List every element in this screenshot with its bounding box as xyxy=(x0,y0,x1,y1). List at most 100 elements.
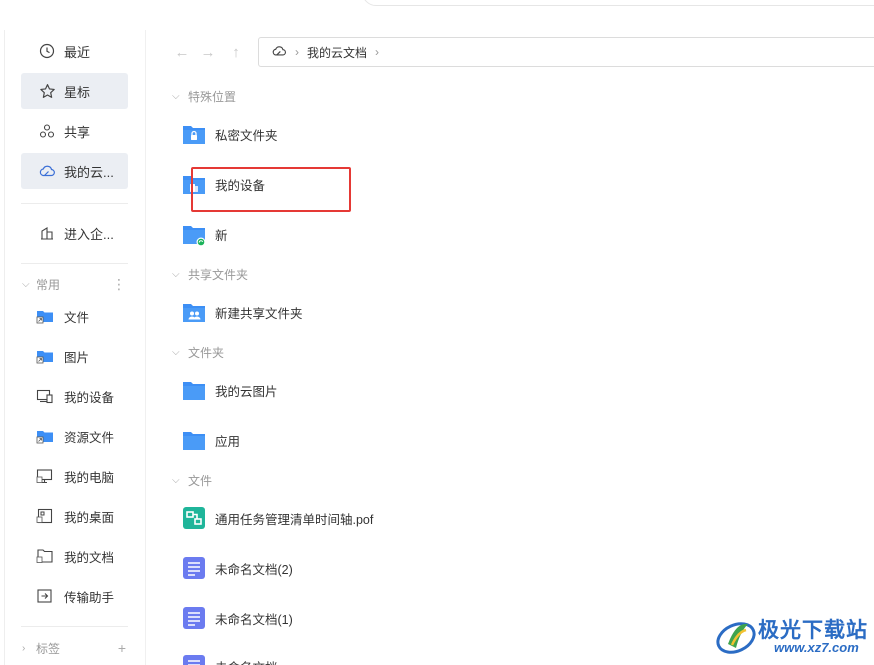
forward-button[interactable]: → xyxy=(198,42,218,62)
file-name: 未命名文档(2) xyxy=(215,562,293,577)
sidebar: 最近 星标 共享 我的云... 进入企... ⌵ 常用 ⋮ 文件 图片 我的设备… xyxy=(0,0,146,665)
clock-icon xyxy=(38,42,56,60)
more-options-icon[interactable]: ⋮ xyxy=(112,276,126,293)
common-item-pictures[interactable]: 图片 xyxy=(36,344,89,368)
common-item-my-computer[interactable]: 我的电脑 xyxy=(36,464,114,488)
common-item-files[interactable]: 文件 xyxy=(36,304,89,328)
folder-name: 新建共享文件夹 xyxy=(215,306,303,321)
section-header[interactable]: ⌵ 文件夹 xyxy=(172,342,224,362)
folder-shortcut-icon xyxy=(36,427,54,445)
folder-shortcut-icon xyxy=(36,347,54,365)
device-folder-icon xyxy=(182,172,206,196)
common-item-label: 传输助手 xyxy=(64,590,115,605)
common-item-transfer[interactable]: 传输助手 xyxy=(36,584,114,608)
building-icon xyxy=(38,224,56,242)
section-title: 特殊位置 xyxy=(188,89,237,104)
nav-enterprise[interactable]: 进入企... xyxy=(21,215,128,251)
sidebar-separator xyxy=(21,263,128,264)
common-item-my-desktop[interactable]: 我的桌面 xyxy=(36,504,114,528)
tags-group-header[interactable]: › 标签 + xyxy=(22,638,126,658)
folder-row[interactable]: 新建共享文件夹 xyxy=(182,298,303,326)
nav-enterprise-label: 进入企... xyxy=(64,226,114,242)
common-item-label: 我的桌面 xyxy=(64,510,115,525)
transfer-icon xyxy=(36,587,54,605)
tags-group-label: 标签 xyxy=(36,641,61,656)
cloud-icon xyxy=(38,162,56,180)
folder-row[interactable]: 应用 xyxy=(182,426,240,454)
folder-row[interactable]: 新 xyxy=(182,220,228,248)
common-item-label: 文件 xyxy=(64,310,90,325)
search-box[interactable] xyxy=(362,0,874,6)
common-group-header[interactable]: ⌵ 常用 ⋮ xyxy=(22,274,126,294)
star-icon xyxy=(38,82,56,100)
device-icon xyxy=(36,387,54,405)
folder-name: 我的云图片 xyxy=(215,384,278,399)
doc-file-icon xyxy=(182,654,206,665)
file-name: 未命名文档 xyxy=(215,657,278,665)
section-header[interactable]: ⌵ 共享文件夹 xyxy=(172,264,248,284)
synced-folder-icon xyxy=(182,222,206,247)
file-row[interactable]: 通用任务管理清单时间轴.pof xyxy=(182,504,373,532)
nav-shared[interactable]: 共享 xyxy=(21,113,128,149)
common-item-label: 我的设备 xyxy=(64,390,115,405)
folder-icon xyxy=(182,428,206,452)
nav-starred-label: 星标 xyxy=(64,84,91,100)
mindmap-file-icon xyxy=(182,506,206,530)
cloud-docs-window: 最近 星标 共享 我的云... 进入企... ⌵ 常用 ⋮ 文件 图片 我的设备… xyxy=(0,0,874,665)
sidebar-left-edge xyxy=(4,30,5,665)
section-title: 文件 xyxy=(188,473,213,488)
folder-name: 新 xyxy=(215,228,228,243)
file-row[interactable]: 未命名文档(1) xyxy=(182,604,293,632)
up-button[interactable]: ↑ xyxy=(226,42,246,62)
document-folder-icon xyxy=(36,547,54,565)
section-header[interactable]: ⌵ 特殊位置 xyxy=(172,86,236,106)
nav-my-cloud-docs[interactable]: 我的云... xyxy=(21,153,128,189)
folder-row[interactable]: 私密文件夹 xyxy=(182,120,278,148)
monitor-icon xyxy=(36,467,54,485)
section-header[interactable]: ⌵ 文件 xyxy=(172,470,212,490)
back-button[interactable]: ← xyxy=(172,42,192,62)
folder-row[interactable]: 我的设备 xyxy=(182,170,265,198)
doc-file-icon xyxy=(182,556,206,580)
nav-recent[interactable]: 最近 xyxy=(21,33,128,69)
folder-name: 我的设备 xyxy=(215,178,266,193)
chevron-down-icon: ⌵ xyxy=(172,90,180,102)
breadcrumb-item[interactable]: 我的云文档 xyxy=(307,44,367,61)
add-tag-icon[interactable]: + xyxy=(118,640,126,656)
chevron-right-icon: › xyxy=(375,45,380,59)
common-item-label: 图片 xyxy=(64,350,90,365)
file-row[interactable]: 未命名文档 xyxy=(182,652,278,665)
desktop-icon xyxy=(36,507,54,525)
watermark-logo-icon xyxy=(716,622,756,654)
common-item-label: 我的电脑 xyxy=(64,470,115,485)
sidebar-divider xyxy=(145,30,146,665)
section-title: 文件夹 xyxy=(188,345,225,360)
cloud-drive-icon xyxy=(271,44,287,61)
common-item-resources[interactable]: 资源文件 xyxy=(36,424,114,448)
watermark: 极光下载站 www.xz7.com xyxy=(712,610,870,662)
common-item-my-devices[interactable]: 我的设备 xyxy=(36,384,114,408)
share-icon xyxy=(38,122,56,140)
common-item-label: 我的文档 xyxy=(64,550,115,565)
doc-file-icon xyxy=(182,606,206,630)
section-title: 共享文件夹 xyxy=(188,267,249,282)
sidebar-separator xyxy=(21,203,128,204)
file-name: 未命名文档(1) xyxy=(215,612,293,627)
common-item-label: 资源文件 xyxy=(64,430,115,445)
nav-starred[interactable]: 星标 xyxy=(21,73,128,109)
private-folder-icon xyxy=(182,122,206,146)
chevron-right-icon: › xyxy=(295,45,299,59)
breadcrumb[interactable]: › 我的云文档 › xyxy=(258,37,874,67)
shared-folder-icon xyxy=(182,300,206,324)
nav-shared-label: 共享 xyxy=(64,124,91,140)
folder-row[interactable]: 我的云图片 xyxy=(182,376,278,404)
watermark-url: www.xz7.com xyxy=(774,640,859,655)
common-item-my-documents[interactable]: 我的文档 xyxy=(36,544,114,568)
sidebar-separator xyxy=(21,626,128,627)
file-row[interactable]: 未命名文档(2) xyxy=(182,554,293,582)
nav-my-cloud-label: 我的云... xyxy=(64,164,114,180)
chevron-down-icon: ⌵ xyxy=(172,268,180,280)
folder-name: 私密文件夹 xyxy=(215,128,278,143)
navigation-toolbar: ← → ↑ › 我的云文档 › xyxy=(146,36,874,68)
nav-recent-label: 最近 xyxy=(64,44,91,60)
